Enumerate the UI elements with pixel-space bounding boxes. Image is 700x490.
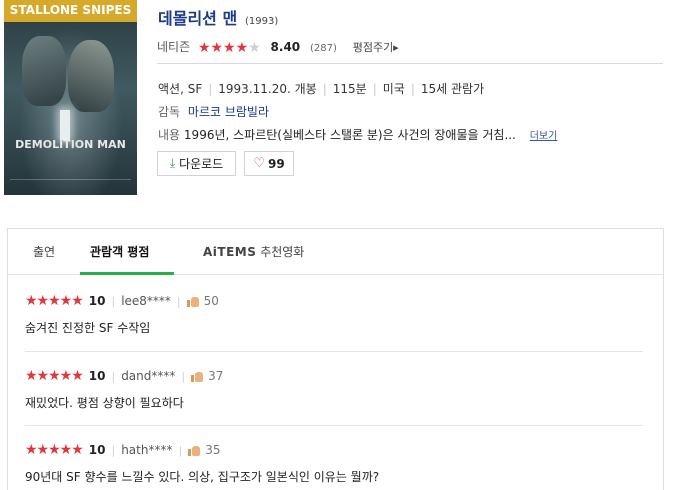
download-icon: ⤓	[169, 156, 176, 170]
download-label: 다운로드	[179, 157, 224, 171]
review-user: hath****	[121, 443, 173, 457]
review-item: ★★★★★ 10 | lee8**** | 50 숨겨진 진정한 SF 수작임	[25, 292, 643, 336]
review-header: ★★★★★ 10 | hath**** | 35	[25, 441, 643, 459]
review-item: ★★★★★ 10 | dand**** | 37 재밌었다. 평점 상향이 필요…	[25, 367, 643, 411]
meta-divider: |	[208, 82, 213, 96]
rating-score: 8.40	[270, 40, 301, 54]
rate-movie-link[interactable]: 평점주기▸	[353, 41, 399, 54]
summary-row: 내용 1996년, 스파르탄(실베스타 스탤론 분)은 사건의 장애물을 거침.…	[158, 126, 557, 143]
poster-title: DEMOLITION MAN	[15, 138, 126, 151]
movie-poster[interactable]: STALLONE SNIPES DEMOLITION MAN	[4, 0, 137, 195]
tab-aitems-recommendations[interactable]: AiTEMS 추천영화	[203, 243, 304, 260]
release-date: 1993.11.20. 개봉	[218, 82, 317, 96]
poster-figure-left	[22, 36, 66, 106]
review-text: 숨겨진 진정한 SF 수작임	[25, 321, 151, 335]
rating-row: 네티즌 ★★★★★ 8.40 (287) 평점주기▸	[157, 38, 663, 64]
rating-count: (287)	[309, 43, 337, 54]
review-divider-bar: |	[111, 443, 116, 457]
thumbs-up-icon[interactable]	[188, 445, 201, 456]
summary-text: 1996년, 스파르탄(실베스타 스탤론 분)은 사건의 장애물을 거침...	[183, 128, 516, 142]
like-count: 99	[267, 156, 285, 171]
tab-bar: 출연 관람객 평점 AiTEMS 추천영화	[8, 229, 663, 275]
review-stars: ★★★★★	[25, 368, 84, 384]
poster-figure-right	[68, 40, 114, 112]
movie-year: (1993)	[245, 16, 279, 27]
review-divider-bar: |	[176, 294, 181, 308]
review-user: dand****	[121, 369, 176, 383]
active-tab-indicator	[80, 272, 174, 275]
aitems-brand: AiTEMS	[203, 245, 257, 259]
poster-glow	[60, 110, 70, 140]
thumbs-up-icon[interactable]	[191, 371, 204, 382]
genre: 액션, SF	[158, 82, 203, 96]
review-text: 90년대 SF 향수를 느낄수 있다. 의상, 집구조가 일본식인 이유는 뭘까…	[25, 470, 380, 484]
runtime: 115분	[332, 82, 367, 96]
review-stars: ★★★★★	[25, 442, 84, 458]
like-button[interactable]: ♡ 99	[244, 151, 294, 176]
review-item: ★★★★★ 10 | hath**** | 35 90년대 SF 향수를 느낄수…	[25, 441, 643, 485]
rating-source-label: 네티즌	[157, 40, 191, 54]
review-divider-bar: |	[178, 443, 183, 457]
review-score: 10	[88, 443, 106, 457]
tab-audience-reviews[interactable]: 관람객 평점	[90, 243, 149, 260]
summary-label: 내용	[158, 128, 181, 142]
review-text: 재밌었다. 평점 상향이 필요하다	[25, 396, 184, 410]
star-icon-empty: ★	[248, 40, 261, 56]
meta-divider: |	[372, 82, 377, 96]
review-likes: 50	[203, 294, 219, 308]
director-label: 감독	[158, 105, 181, 119]
age-rating: 15세 관람가	[420, 82, 485, 96]
review-likes: 35	[205, 443, 221, 457]
review-divider-bar: |	[111, 369, 116, 383]
download-button[interactable]: ⤓ 다운로드	[157, 151, 236, 176]
review-header: ★★★★★ 10 | lee8**** | 50	[25, 292, 643, 310]
aitems-label: 추천영화	[256, 245, 305, 259]
review-divider-bar: |	[111, 294, 116, 308]
review-likes: 37	[208, 369, 224, 383]
tab-cast[interactable]: 출연	[33, 243, 55, 260]
meta-divider: |	[322, 82, 327, 96]
review-user: lee8****	[121, 294, 171, 308]
poster-actor-names: STALLONE SNIPES	[9, 3, 132, 17]
review-score: 10	[88, 294, 106, 308]
director-row: 감독 마르코 브람빌라	[158, 103, 269, 120]
thumbs-up-icon[interactable]	[186, 296, 199, 307]
country: 미국	[382, 82, 405, 96]
poster-credits	[10, 179, 131, 189]
review-header: ★★★★★ 10 | dand**** | 37	[25, 367, 643, 385]
review-stars: ★★★★★	[25, 293, 84, 309]
title-row: 데몰리션 맨 (1993)	[158, 5, 278, 29]
review-separator	[25, 351, 643, 352]
movie-meta: 액션, SF | 1993.11.20. 개봉 | 115분 | 미국 | 15세 관람가	[158, 80, 484, 97]
movie-title[interactable]: 데몰리션 맨	[158, 9, 237, 28]
director-name[interactable]: 마르코 브람빌라	[188, 105, 269, 119]
more-link[interactable]: 더보기	[530, 131, 558, 142]
meta-divider: |	[410, 82, 415, 96]
review-separator	[25, 425, 643, 426]
review-score: 10	[88, 369, 106, 383]
heart-icon: ♡	[253, 156, 265, 171]
review-divider-bar: |	[181, 369, 186, 383]
rating-stars: ★★★★★	[198, 40, 261, 56]
reviews-panel: 출연 관람객 평점 AiTEMS 추천영화 ★★★★★ 10 | lee8***…	[7, 228, 664, 490]
star-icon-filled: ★★★★	[197, 40, 249, 56]
